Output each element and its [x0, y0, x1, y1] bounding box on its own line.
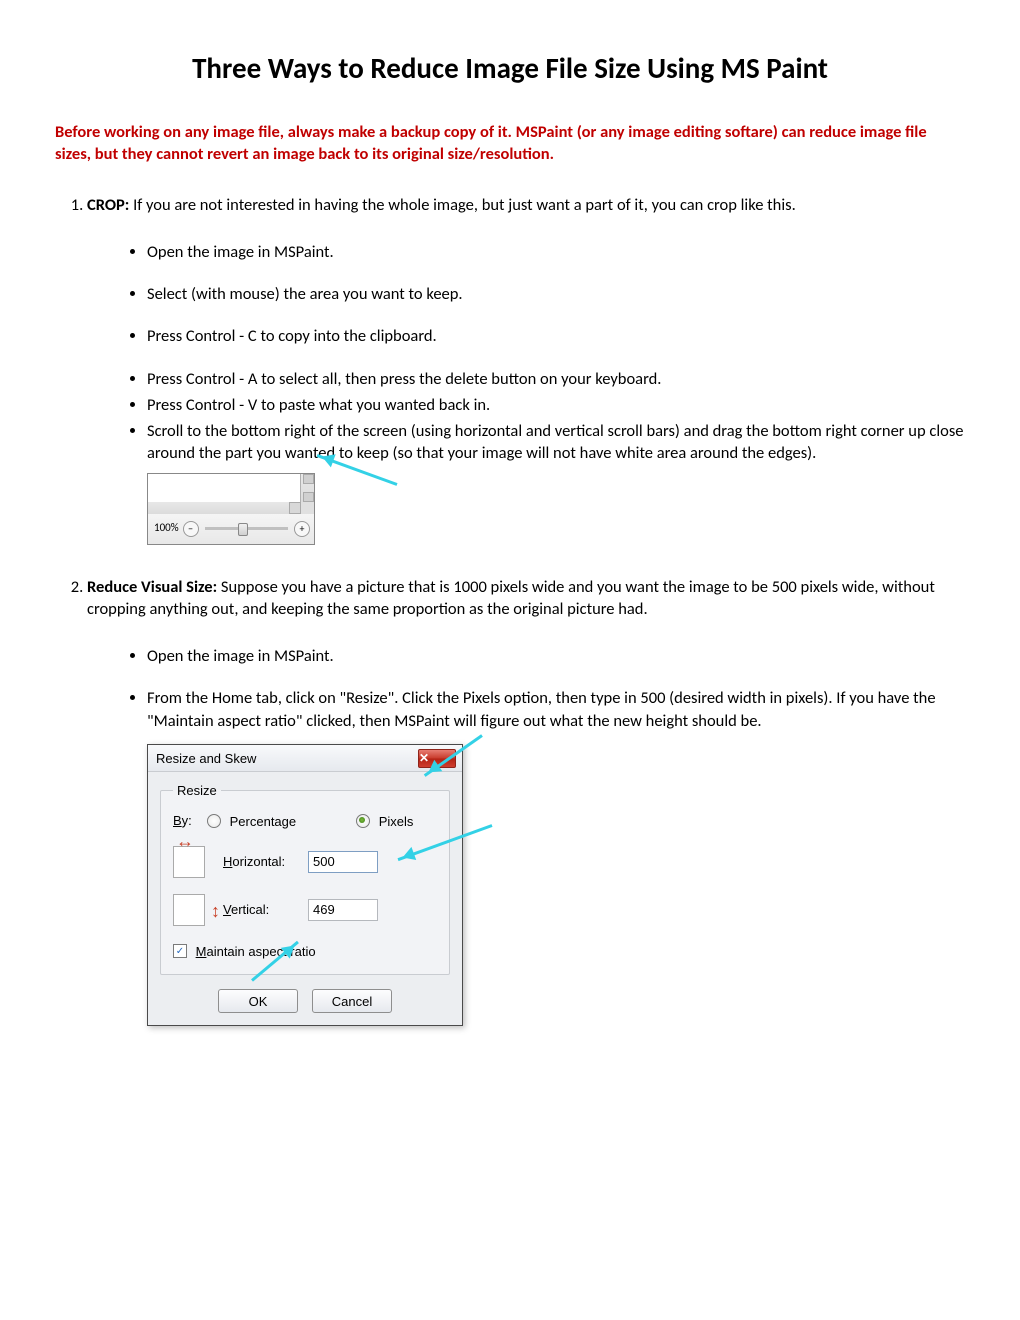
dialog-button-row: OK Cancel: [160, 989, 450, 1013]
step-1: CROP: If you are not interested in havin…: [87, 194, 965, 548]
ok-button[interactable]: OK: [218, 989, 298, 1013]
zoom-in-icon: +: [294, 521, 310, 537]
step-2-heading: Reduce Visual Size: Suppose you have a p…: [87, 576, 965, 621]
step-1-bullet-1: Open the image in MSPaint.: [147, 241, 965, 263]
arrow-vert-icon: ↕: [211, 899, 220, 923]
vertical-label: Vertical:: [223, 901, 308, 919]
zoom-slider-track: [205, 527, 288, 530]
step-1-heading-rest: If you are not interested in having the …: [129, 195, 795, 215]
pixels-label: Pixels: [379, 813, 414, 828]
dialog-title-text: Resize and Skew: [156, 750, 418, 768]
resize-legend: Resize: [173, 782, 221, 800]
zoom-out-icon: −: [183, 521, 199, 537]
checkbox-checked-icon: ✓: [173, 944, 187, 958]
step-1-bullet-5: Press Control - V to paste what you want…: [147, 394, 965, 416]
status-bar: 100% − +: [148, 514, 314, 544]
step-2: Reduce Visual Size: Suppose you have a p…: [87, 576, 965, 1027]
step-2-bullet-2: From the Home tab, click on "Resize". Cl…: [147, 687, 965, 1026]
step-1-bullet-4: Press Control - A to select all, then pr…: [147, 368, 965, 390]
step-1-bullets: Open the image in MSPaint. Select (with …: [87, 241, 965, 548]
resize-skew-dialog: Resize and Skew ✕ Resize By:: [147, 744, 463, 1026]
warning-paragraph: Before working on any image file, always…: [55, 121, 965, 166]
vertical-row: ↕ Vertical:: [173, 894, 437, 926]
horizontal-label: Horizontal:: [223, 853, 308, 871]
arrow-horiz-icon: ↔: [176, 829, 194, 853]
dialog-body: Resize By: Percentage: [148, 772, 462, 1025]
step-1-heading: CROP: If you are not interested in havin…: [87, 194, 965, 216]
percentage-radio[interactable]: Percentage: [207, 812, 296, 830]
radio-checked-icon: [356, 814, 370, 828]
resize-dialog-wrap: Resize and Skew ✕ Resize By:: [147, 744, 527, 1026]
by-label: By:: [173, 812, 207, 830]
zoom-thumb-canvas: [148, 474, 301, 503]
resize-group: Resize By: Percentage: [160, 782, 450, 975]
step-2-bullet-1: Open the image in MSPaint.: [147, 645, 965, 667]
vertical-resize-icon: ↕: [173, 894, 205, 926]
zoom-percent-label: 100%: [154, 521, 179, 536]
horizontal-input[interactable]: [308, 851, 378, 873]
vertical-input[interactable]: [308, 899, 378, 921]
pixels-radio[interactable]: Pixels: [356, 812, 413, 830]
zoom-slider-thumb: [238, 523, 248, 536]
aspect-ratio-row: ✓ Maintain aspect ratio: [173, 942, 437, 960]
document-page: Three Ways to Reduce Image File Size Usi…: [0, 0, 1020, 1104]
main-ordered-list: CROP: If you are not interested in havin…: [55, 194, 965, 1027]
step-1-bullet-3: Press Control - C to copy into the clipb…: [147, 325, 965, 347]
zoom-thumbnail: 100% − +: [147, 473, 315, 545]
by-row: By: Percentage Pixels: [173, 812, 437, 830]
dialog-title-bar: Resize and Skew ✕: [148, 745, 462, 772]
page-title: Three Ways to Reduce Image File Size Usi…: [55, 50, 965, 86]
step-1-heading-bold: CROP:: [87, 195, 129, 215]
step-2-heading-bold: Reduce Visual Size:: [87, 577, 217, 597]
horizontal-resize-icon: ↔: [173, 846, 205, 878]
step-2-bullet-2-text: From the Home tab, click on "Resize". Cl…: [147, 688, 936, 730]
step-1-bullet-6: Scroll to the bottom right of the screen…: [147, 420, 965, 548]
vertical-scrollbar-icon: [301, 474, 314, 503]
radio-unchecked-icon: [207, 814, 221, 828]
step-2-bullets: Open the image in MSPaint. From the Home…: [87, 645, 965, 1026]
percentage-label: Percentage: [230, 813, 297, 828]
step-1-bullet-2: Select (with mouse) the area you want to…: [147, 283, 965, 305]
zoom-thumbnail-wrap: 100% − +: [147, 473, 397, 548]
cancel-button[interactable]: Cancel: [312, 989, 392, 1013]
step-1-bullet-6-text: Scroll to the bottom right of the screen…: [147, 421, 963, 463]
